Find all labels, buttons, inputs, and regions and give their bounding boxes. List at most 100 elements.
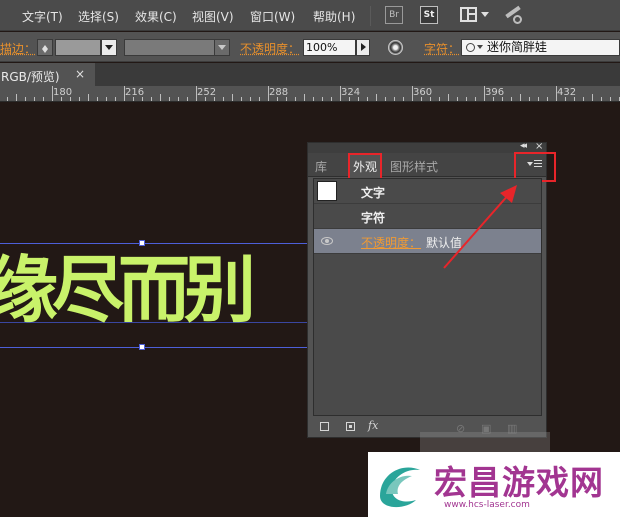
canvas-text[interactable]: 缘尽而别 bbox=[0, 231, 256, 336]
list-item-characters[interactable]: 字符 bbox=[314, 204, 541, 229]
tab-libraries[interactable]: 库 bbox=[315, 158, 327, 175]
ruler-tick bbox=[349, 97, 350, 101]
ruler-tick bbox=[34, 97, 35, 101]
opacity-slider-button[interactable] bbox=[356, 39, 370, 56]
ruler-tick bbox=[61, 97, 62, 101]
ruler-tick bbox=[511, 97, 512, 101]
menu-select[interactable]: 选择(S) bbox=[78, 8, 119, 25]
bridge-icon[interactable]: Br bbox=[385, 6, 403, 24]
selection-handle-bottom[interactable] bbox=[139, 344, 145, 350]
highlight-box-appearance-tab bbox=[348, 153, 382, 180]
stroke-weight-dropdown[interactable] bbox=[101, 39, 117, 56]
ruler-tick bbox=[376, 94, 377, 101]
ruler-tick bbox=[88, 94, 89, 101]
ruler-tick bbox=[556, 86, 557, 101]
add-new-stroke-icon[interactable] bbox=[320, 422, 329, 431]
ruler-tick bbox=[106, 97, 107, 101]
ruler-tick bbox=[502, 97, 503, 101]
list-item-type-text[interactable]: 文字 bbox=[314, 179, 541, 204]
ruler-tick bbox=[439, 97, 440, 101]
menu-window[interactable]: 窗口(W) bbox=[250, 8, 295, 25]
ruler-tick bbox=[322, 97, 323, 101]
ruler-tick bbox=[412, 86, 413, 101]
ruler-tick bbox=[430, 97, 431, 101]
font-family-input[interactable]: 迷你简胖娃 bbox=[461, 39, 620, 56]
tab-graphic-styles[interactable]: 图形样式 bbox=[390, 158, 438, 175]
appearance-panel: ◂◂ × 库 外观 图形样式 文字 字符 不透明度： 默认值 fx ⊘ ▣ ▥ bbox=[307, 141, 556, 438]
ruler-tick bbox=[115, 97, 116, 101]
eye-icon[interactable] bbox=[321, 237, 333, 245]
profile-dropdown[interactable] bbox=[214, 39, 230, 56]
ruler-tick bbox=[214, 97, 215, 101]
ruler-tick bbox=[403, 97, 404, 101]
collapse-icon[interactable]: ◂◂ bbox=[520, 141, 527, 151]
ruler-tick bbox=[484, 86, 485, 101]
menu-text[interactable]: 文字(T) bbox=[22, 8, 63, 25]
document-tab-bar: RGB/预览) × bbox=[0, 63, 620, 86]
ruler-tick bbox=[601, 97, 602, 101]
ruler-tick bbox=[313, 97, 314, 101]
horizontal-ruler[interactable]: 180 216 252 288 324 360 396 432 bbox=[0, 86, 620, 102]
stroke-weight-stepper[interactable] bbox=[37, 39, 53, 56]
panel-title-bar[interactable]: ◂◂ × bbox=[308, 141, 546, 153]
ruler-tick bbox=[493, 97, 494, 101]
menu-view[interactable]: 视图(V) bbox=[192, 8, 234, 25]
ruler-tick bbox=[538, 97, 539, 101]
ruler-tick bbox=[367, 97, 368, 101]
ruler-tick bbox=[52, 86, 53, 101]
ruler-tick bbox=[385, 97, 386, 101]
ruler-tick bbox=[142, 97, 143, 101]
selection-handle-top[interactable] bbox=[139, 240, 145, 246]
ruler-tick bbox=[394, 97, 395, 101]
opacity-input[interactable]: 100% bbox=[303, 39, 356, 56]
type-label: 文字 bbox=[361, 186, 386, 200]
character-label[interactable]: 字符： bbox=[424, 40, 460, 57]
ruler-tick bbox=[7, 97, 8, 101]
add-effect-icon[interactable]: fx bbox=[368, 419, 378, 432]
watermark-banner: 宏昌游戏网 www.hcs-laser.com bbox=[368, 452, 620, 517]
stock-icon[interactable]: St bbox=[420, 6, 438, 24]
ruler-tick bbox=[97, 97, 98, 101]
ruler-tick bbox=[79, 97, 80, 101]
list-item-opacity[interactable]: 不透明度： 默认值 bbox=[314, 229, 541, 254]
watermark-url: www.hcs-laser.com bbox=[444, 500, 530, 510]
ruler-tick bbox=[457, 97, 458, 101]
menu-bar: 文字(T) 选择(S) 效果(C) 视图(V) 窗口(W) 帮助(H) Br S… bbox=[0, 0, 620, 31]
ruler-tick bbox=[133, 97, 134, 101]
ruler-tick bbox=[187, 97, 188, 101]
ruler-tick bbox=[466, 97, 467, 101]
menu-effect[interactable]: 效果(C) bbox=[135, 8, 177, 25]
document-tab[interactable]: RGB/预览) × bbox=[0, 63, 95, 86]
opacity-link[interactable]: 不透明度： bbox=[361, 234, 421, 251]
ruler-tick bbox=[448, 94, 449, 101]
ruler-tick bbox=[475, 97, 476, 101]
ruler-tick bbox=[331, 97, 332, 101]
close-icon[interactable]: × bbox=[535, 141, 543, 152]
stroke-label[interactable]: 描边： bbox=[0, 40, 36, 57]
opacity-label[interactable]: 不透明度： bbox=[240, 40, 300, 57]
recolor-artwork-icon[interactable] bbox=[388, 40, 403, 55]
close-icon[interactable]: × bbox=[75, 67, 85, 81]
ruler-tick bbox=[124, 86, 125, 101]
gpu-performance-icon[interactable] bbox=[505, 5, 525, 26]
ruler-tick bbox=[340, 86, 341, 101]
ruler-tick bbox=[583, 97, 584, 101]
variable-width-profile[interactable] bbox=[124, 39, 216, 56]
ruler-tick bbox=[592, 94, 593, 101]
menu-help[interactable]: 帮助(H) bbox=[313, 8, 355, 25]
font-family-value: 迷你简胖娃 bbox=[487, 40, 548, 54]
menubar-divider bbox=[370, 6, 371, 26]
ruler-tick bbox=[358, 97, 359, 101]
ruler-tick bbox=[250, 97, 251, 101]
arrange-documents-icon[interactable] bbox=[460, 7, 490, 23]
ruler-tick bbox=[169, 97, 170, 101]
ruler-tick bbox=[151, 97, 152, 101]
characters-label: 字符 bbox=[361, 211, 386, 225]
ruler-tick bbox=[421, 97, 422, 101]
stroke-weight-field[interactable] bbox=[55, 39, 101, 56]
watermark-title: 宏昌游戏网 bbox=[434, 463, 604, 502]
ruler-tick bbox=[574, 97, 575, 101]
ruler-tick bbox=[610, 97, 611, 101]
add-new-fill-icon[interactable] bbox=[346, 422, 355, 431]
selection-bounds-bottom bbox=[0, 347, 307, 348]
